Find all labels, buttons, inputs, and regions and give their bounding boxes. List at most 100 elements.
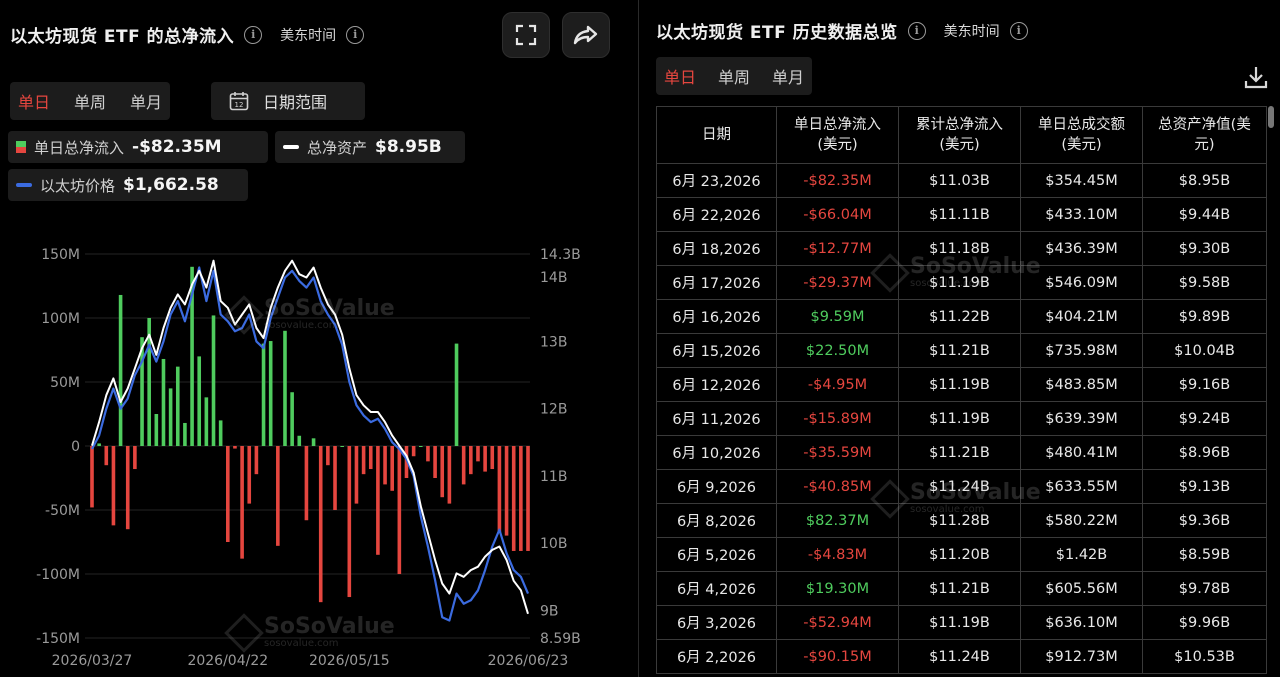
- cumulative-flow-cell: $11.20B: [898, 537, 1021, 572]
- date-range-label: 日期范围: [263, 93, 328, 112]
- daily-flow-cell: -$15.89M: [776, 401, 899, 436]
- info-icon[interactable]: i: [907, 21, 926, 40]
- date-cell: 6月 3,2026: [656, 605, 777, 640]
- date-cell: 6月 18,2026: [656, 231, 777, 266]
- flow-bar: [426, 446, 430, 462]
- share-button[interactable]: [562, 12, 610, 58]
- fullscreen-icon: [515, 24, 537, 46]
- tab-daily[interactable]: 单日: [18, 89, 50, 113]
- net-assets-label: 总净资产: [307, 138, 368, 157]
- column-header: 累计总净流入 (美元): [898, 106, 1021, 164]
- table-row[interactable]: 6月 11,2026 -$15.89M $11.19B $639.39M $9.24B: [656, 401, 1267, 436]
- table-row[interactable]: 6月 3,2026 -$52.94M $11.19B $636.10M $9.96B: [656, 605, 1267, 640]
- flow-bar: [125, 446, 130, 530]
- column-header: 总资产净值(美 元): [1142, 106, 1267, 164]
- tab-weekly[interactable]: 单周: [718, 64, 750, 88]
- table-row[interactable]: 6月 16,2026 $9.59M $11.22B $404.21M $9.89B: [656, 299, 1267, 334]
- cumulative-flow-cell: $11.24B: [898, 639, 1021, 674]
- date-range-button[interactable]: 12 日期范围: [211, 82, 365, 120]
- date-cell: 6月 12,2026: [656, 367, 777, 402]
- table-period-tabs: 单日 单周 单月: [656, 57, 813, 95]
- volume-cell: $354.45M: [1020, 163, 1143, 198]
- table-row[interactable]: 6月 10,2026 -$35.59M $11.21B $480.41M $8.96B: [656, 435, 1267, 470]
- fullscreen-button[interactable]: [502, 12, 550, 58]
- net-assets-value: $8.95B: [375, 137, 442, 157]
- flow-bar: [204, 397, 209, 446]
- period-tabs: 单日 单周 单月: [10, 82, 171, 120]
- bar-legend-swatch: [16, 141, 26, 153]
- y-tick-label: -150M: [36, 631, 80, 647]
- table-row[interactable]: 6月 5,2026 -$4.83M $11.20B $1.42B $8.59B: [656, 537, 1267, 572]
- tab-monthly[interactable]: 单月: [772, 64, 804, 88]
- y2-tick-label: 14.3B: [540, 247, 581, 263]
- table-row[interactable]: 6月 8,2026 $82.37M $11.28B $580.22M $9.36B: [656, 503, 1267, 538]
- date-cell: 6月 2,2026: [656, 639, 777, 674]
- table-row[interactable]: 6月 23,2026 -$82.35M $11.03B $354.45M $8.95B: [656, 163, 1267, 198]
- flow-bar: [247, 446, 252, 504]
- table-row[interactable]: 6月 15,2026 $22.50M $11.21B $735.98M $10.04B: [656, 333, 1267, 368]
- table-row[interactable]: 6月 17,2026 -$29.37M $11.19B $546.09M $9.58B: [656, 265, 1267, 300]
- table-row[interactable]: 6月 2,2026 -$90.15M $11.24B $912.73M $10.53B: [656, 639, 1267, 674]
- eth-price-label: 以太坊价格: [40, 176, 116, 195]
- date-cell: 6月 11,2026: [656, 401, 777, 436]
- daily-flow-cell: -$4.95M: [776, 367, 899, 402]
- volume-cell: $912.73M: [1020, 639, 1143, 674]
- nav-cell: $10.04B: [1142, 333, 1267, 368]
- cumulative-flow-cell: $11.28B: [898, 503, 1021, 538]
- table-row[interactable]: 6月 12,2026 -$4.95M $11.19B $483.85M $9.16B: [656, 367, 1267, 402]
- table-row[interactable]: 6月 18,2026 -$12.77M $11.18B $436.39M $9.30B: [656, 231, 1267, 266]
- date-cell: 6月 8,2026: [656, 503, 777, 538]
- flow-bar: [168, 388, 173, 446]
- volume-cell: $1.42B: [1020, 537, 1143, 572]
- volume-cell: $433.10M: [1020, 197, 1143, 232]
- cumulative-flow-cell: $11.19B: [898, 605, 1021, 640]
- nav-cell: $8.96B: [1142, 435, 1267, 470]
- cumulative-flow-cell: $11.21B: [898, 333, 1021, 368]
- flow-bar: [90, 446, 94, 508]
- nav-cell: $9.44B: [1142, 197, 1267, 232]
- date-cell: 6月 23,2026: [656, 163, 777, 198]
- y2-tick-label: 10B: [540, 536, 567, 552]
- flow-bar: [483, 446, 487, 472]
- tab-daily[interactable]: 单日: [664, 64, 696, 88]
- flow-bar: [154, 414, 159, 446]
- flow-bar: [318, 446, 323, 603]
- daily-flow-cell: -$66.04M: [776, 197, 899, 232]
- volume-cell: $636.10M: [1020, 605, 1143, 640]
- daily-flow-cell: -$29.37M: [776, 265, 899, 300]
- eth-price-value: $1,662.58: [123, 175, 219, 195]
- info-icon[interactable]: i: [244, 25, 263, 44]
- y-tick-label: 50M: [50, 375, 80, 391]
- panel-divider: [638, 0, 639, 677]
- flow-bar: [297, 435, 302, 446]
- download-icon[interactable]: [1243, 64, 1269, 90]
- flow-bar: [218, 420, 223, 446]
- info-icon[interactable]: i: [1009, 21, 1028, 40]
- flow-bar: [526, 446, 530, 551]
- flow-bar: [183, 422, 187, 446]
- table-row[interactable]: 6月 22,2026 -$66.04M $11.11B $433.10M $9.44B: [656, 197, 1267, 232]
- info-icon[interactable]: i: [346, 25, 365, 44]
- etf-flow-panel: 以太坊现货 ETF 的总净流入 i 美东时间 i 单日 单周 单月 12 日期范…: [0, 0, 637, 677]
- table-scrollbar[interactable]: [1268, 106, 1274, 128]
- tab-weekly[interactable]: 单周: [74, 89, 106, 113]
- table-row[interactable]: 6月 4,2026 $19.30M $11.21B $605.56M $9.78B: [656, 571, 1267, 606]
- cumulative-flow-cell: $11.21B: [898, 435, 1021, 470]
- tab-monthly[interactable]: 单月: [130, 89, 162, 113]
- y-tick-label: 0: [71, 439, 80, 455]
- date-cell: 6月 15,2026: [656, 333, 777, 368]
- nav-cell: $9.13B: [1142, 469, 1267, 504]
- date-cell: 6月 22,2026: [656, 197, 777, 232]
- daily-flow-cell: -$90.15M: [776, 639, 899, 674]
- nav-cell: $9.78B: [1142, 571, 1267, 606]
- x-tick-label: 2026/04/22: [187, 653, 268, 669]
- x-tick-label: 2026/06/23: [488, 653, 569, 669]
- cumulative-flow-cell: $11.03B: [898, 163, 1021, 198]
- flow-bar: [175, 366, 180, 446]
- flow-bar: [454, 343, 459, 446]
- nav-cell: $8.95B: [1142, 163, 1267, 198]
- daily-flow-value: -$82.35M: [132, 137, 222, 157]
- nav-cell: $9.16B: [1142, 367, 1267, 402]
- daily-flow-cell: $9.59M: [776, 299, 899, 334]
- table-row[interactable]: 6月 9,2026 -$40.85M $11.24B $633.55M $9.13B: [656, 469, 1267, 504]
